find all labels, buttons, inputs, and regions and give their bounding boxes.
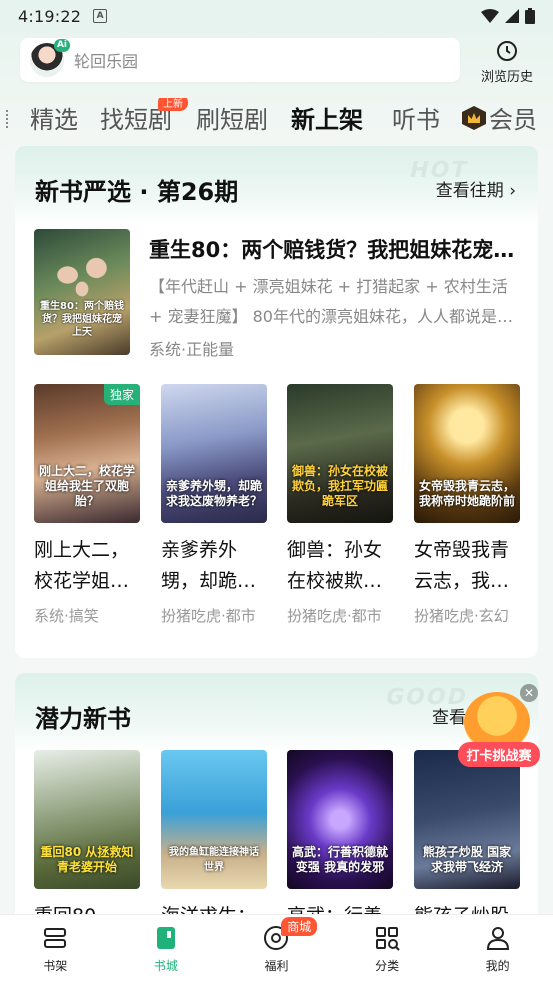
cover-title: 重生80：两个赔钱货？我把姐妹花宠上天 [40, 301, 124, 338]
cover-title: 亲爹养外甥，却跪求我这废物养老？ [165, 479, 262, 508]
cover-title: 重回80 从拯救知青老婆开始 [40, 845, 134, 874]
nav-label: 福利 [264, 959, 289, 973]
mall-badge: 商城 [281, 917, 318, 936]
tab-new-arrivals[interactable]: 新上架 [291, 100, 363, 135]
cover-title: 御兽：孙女在校被欺负，我扛军功匾跪军区 [291, 464, 388, 508]
nav-bookstore[interactable]: 书城 [111, 915, 222, 984]
ai-badge: Ai [53, 39, 70, 52]
book-item[interactable]: 亲爹养外甥，却跪求我这废物养老？ 亲爹养外甥，却跪求我这废物养老？ 扮猪吃虎·都… [161, 384, 267, 626]
book-cover[interactable]: 我的鱼缸能连接神话世界 [161, 750, 267, 889]
book-item[interactable]: 女帝毁我青云志，我称帝时她跪阶前 女帝毁我青云志，我称帝时她跪阶前 扮猪吃虎·玄… [414, 384, 520, 626]
status-icons [481, 8, 535, 24]
battery-icon [525, 8, 535, 24]
scroll-edge-indicator [6, 110, 10, 128]
search-input[interactable]: 轮回乐园 [74, 48, 138, 72]
browse-history-button[interactable]: 浏览历史 [474, 40, 540, 85]
chevron-right-icon: › [509, 181, 516, 201]
nav-welfare[interactable]: 商城 福利 [221, 915, 332, 984]
featured-book-category: 系统·正能量 [149, 340, 235, 359]
book-item[interactable]: 我的鱼缸能连接神话世界 海洋求生： [161, 750, 267, 932]
featured-book-description: 【年代赶山 + 漂亮姐妹花 + 打猎起家 + 农村生活 + 宠妻狂魔】 80年代… [149, 277, 513, 326]
bottom-navigation: 书架 书城 商城 福利 分类 我的 [0, 914, 553, 984]
search-box[interactable]: Ai 轮回乐园 [20, 38, 460, 82]
signal-icon [505, 9, 519, 23]
tab-featured[interactable]: 精选 [30, 100, 78, 135]
featured-book-title[interactable]: 重生80：两个赔钱货？我把姐妹花宠上天 [149, 234, 519, 264]
book-cover[interactable]: 亲爹养外甥，却跪求我这废物养老？ [161, 384, 267, 523]
status-time: 4:19:22 [18, 6, 82, 26]
challenge-label: 打卡挑战赛 [458, 742, 540, 767]
cover-title: 我的鱼缸能连接神话世界 [169, 847, 259, 873]
book-cover[interactable]: 重回80 从拯救知青老婆开始 [34, 750, 140, 889]
book-meta: 扮猪吃虎·玄幻 [414, 607, 509, 625]
exclusive-badge: 独家 [103, 384, 140, 405]
tab-membership[interactable]: 会员 [489, 100, 537, 135]
ai-avatar-icon[interactable]: Ai [30, 39, 70, 77]
nav-profile[interactable]: 我的 [442, 915, 553, 984]
book-item[interactable]: 重回80 从拯救知青老婆开始 重回80 [34, 750, 140, 932]
vip-crown-icon [462, 106, 486, 130]
history-label: 浏览历史 [480, 70, 533, 85]
bookstore-icon [156, 927, 175, 949]
category-icon [376, 927, 400, 951]
nav-label: 分类 [375, 959, 400, 973]
cover-title: 刚上大二，校花学姐给我生了双胞胎？ [38, 464, 135, 508]
tab-audiobooks[interactable]: 听书 [392, 100, 440, 135]
profile-icon [486, 927, 509, 950]
nav-bookshelf[interactable]: 书架 [0, 915, 111, 984]
cover-title: 女帝毁我青云志，我称帝时她跪阶前 [418, 479, 515, 508]
new-book-selection-card: HOT 新书严选 · 第26期 查看往期 › 重生80：两个赔钱货？我把姐妹花宠… [15, 146, 538, 658]
tab-watch-short-drama[interactable]: 刷短剧 [196, 100, 268, 135]
category-tabs: 精选 找短剧 上新 刷短剧 新上架 听书 会员 [0, 98, 553, 138]
book-cover[interactable]: 女帝毁我青云志，我称帝时她跪阶前 [414, 384, 520, 523]
book-item[interactable]: 熊孩子炒股 国家求我带飞经济 熊孩子炒股 [414, 750, 520, 932]
close-icon[interactable]: ✕ [520, 684, 538, 702]
section-title: 潜力新书 [35, 705, 131, 733]
nav-label: 我的 [485, 959, 510, 973]
book-meta: 扮猪吃虎·都市 [287, 607, 382, 625]
notification-icon: A [93, 9, 108, 23]
cover-title: 熊孩子炒股 国家求我带飞经济 [422, 845, 512, 874]
clock-icon [497, 41, 517, 61]
book-title: 御兽：孙女在校被欺负，我扛军功匾跪军区 [287, 539, 383, 592]
nav-category[interactable]: 分类 [332, 915, 443, 984]
book-title: 亲爹养外甥，却跪求我这废物养老？ [161, 539, 257, 592]
book-item[interactable]: 独家 刚上大二，校花学姐给我生了双胞胎？ 刚上大二，校花学姐生了双胞胎？ 系统·… [34, 384, 140, 626]
book-cover[interactable]: 御兽：孙女在校被欺负，我扛军功匾跪军区 [287, 384, 393, 523]
bookshelf-icon [44, 928, 67, 948]
book-item[interactable]: 高武：行善积德就变强 我真的发邪 高武：行善 [287, 750, 393, 932]
book-title: 刚上大二，校花学姐生了双胞胎？ [34, 539, 130, 592]
nav-label: 书城 [153, 959, 178, 973]
check-in-challenge-badge[interactable]: 打卡挑战赛 ✕ [458, 684, 540, 772]
new-badge: 上新 [158, 98, 188, 111]
book-item[interactable]: 御兽：孙女在校被欺负，我扛军功匾跪军区 御兽：孙女在校被欺负，我扛军功匾跪军区 … [287, 384, 393, 626]
nav-label: 书架 [43, 959, 68, 973]
book-meta: 扮猪吃虎·都市 [161, 607, 256, 625]
status-bar: 4:19:22 A [0, 0, 553, 32]
cover-title: 高武：行善积德就变强 我真的发邪 [291, 845, 388, 874]
view-past-issues-link[interactable]: 查看往期 › [436, 176, 516, 201]
view-more-label: 查看往期 [435, 181, 504, 201]
wifi-icon [481, 9, 499, 23]
book-title: 女帝毁我青云志，我称帝时她跪阶前 [414, 539, 510, 592]
featured-book-cover[interactable]: 重生80：两个赔钱货？我把姐妹花宠上天 [34, 229, 130, 355]
book-meta: 系统·搞笑 [34, 607, 99, 625]
book-cover[interactable]: 高武：行善积德就变强 我真的发邪 [287, 750, 393, 889]
book-cover[interactable]: 独家 刚上大二，校花学姐给我生了双胞胎？ [34, 384, 140, 523]
section-title: 新书严选 · 第26期 [35, 178, 239, 206]
